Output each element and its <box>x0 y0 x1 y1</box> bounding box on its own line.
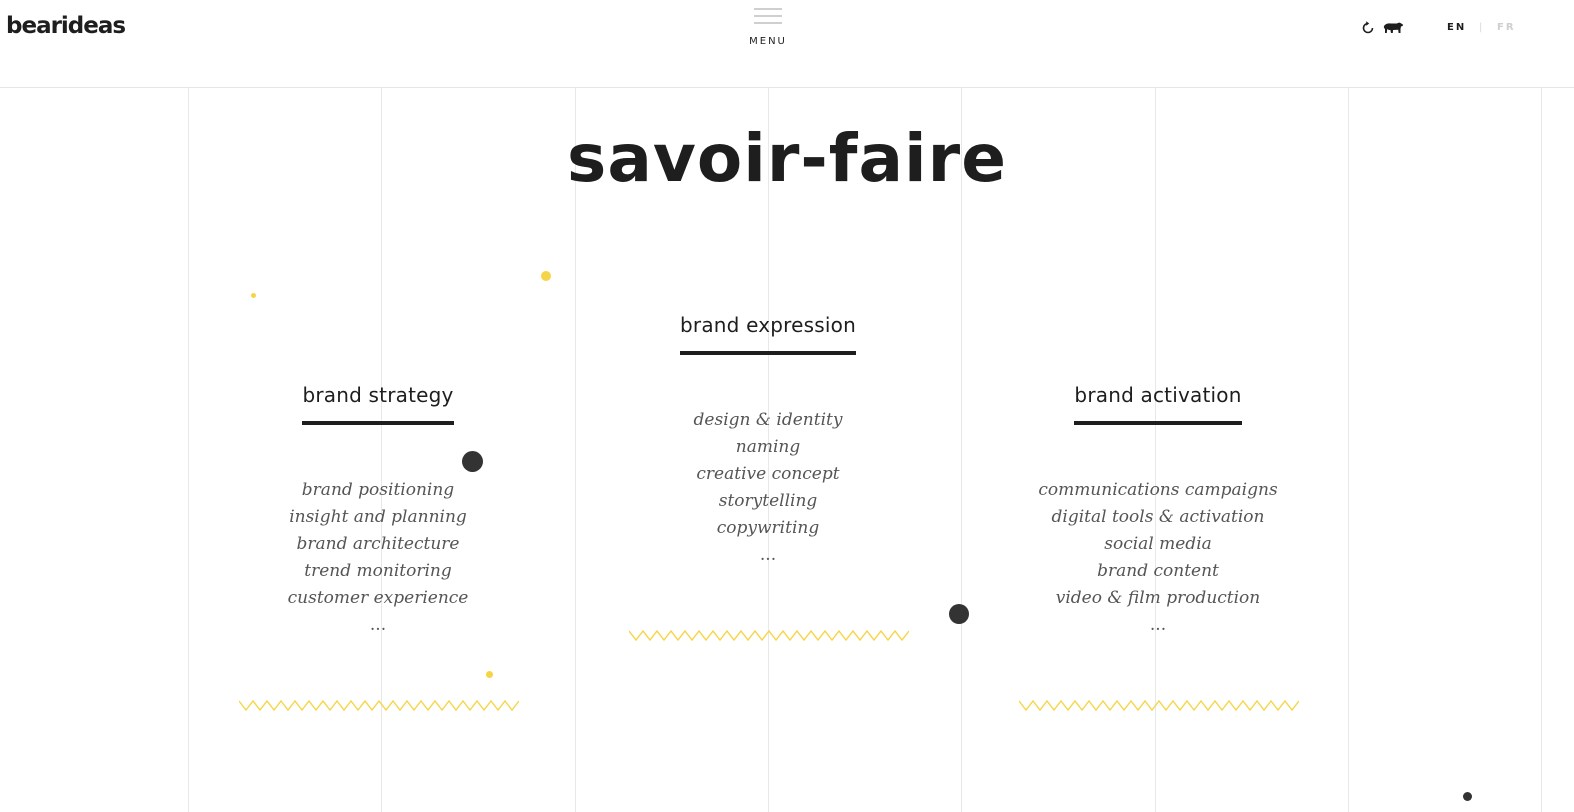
list-item: brand content <box>1097 561 1219 581</box>
list-item: brand architecture <box>296 534 460 554</box>
hamburger-icon <box>754 8 782 26</box>
list-item-more: ... <box>369 615 387 635</box>
list-item: storytelling <box>718 491 818 511</box>
page-title: savoir-faire <box>567 120 1007 197</box>
column-brand-strategy: brand strategy brand positioning insight… <box>228 383 528 639</box>
logo-link[interactable]: bearideas <box>6 13 126 39</box>
zigzag-decoration <box>239 699 519 712</box>
list-item: insight and planning <box>289 507 467 527</box>
list-item: creative concept <box>696 464 840 484</box>
list-item: customer experience <box>287 588 469 608</box>
decorative-dot <box>541 271 551 281</box>
language-fr-link[interactable]: FR <box>1497 22 1516 33</box>
list-item: brand positioning <box>301 480 455 500</box>
zigzag-decoration <box>629 629 909 642</box>
decorative-dot <box>462 451 483 472</box>
decorative-dot <box>251 293 256 298</box>
list-item-more: ... <box>759 545 777 565</box>
site-header: bearideas MENU EN | FR <box>0 0 1574 88</box>
refresh-icon[interactable] <box>1360 20 1376 36</box>
column-heading[interactable]: brand strategy <box>302 383 454 425</box>
page: bearideas MENU EN | FR savoir-faire bran… <box>0 0 1574 812</box>
decorative-dot <box>949 604 969 624</box>
list-item: trend monitoring <box>304 561 452 581</box>
language-en-link[interactable]: EN <box>1447 22 1466 33</box>
list-item: communications campaigns <box>1038 480 1278 500</box>
list-item: video & film production <box>1055 588 1261 608</box>
list-item: copywriting <box>716 518 820 538</box>
language-separator: | <box>1479 22 1485 33</box>
menu-label: MENU <box>749 36 787 47</box>
list-item: design & identity <box>693 410 843 430</box>
decorative-dot <box>1463 792 1472 801</box>
bear-icon[interactable] <box>1382 20 1404 36</box>
service-list: communications campaigns digital tools &… <box>1008 477 1308 639</box>
decorative-dot <box>486 671 493 678</box>
list-item: social media <box>1104 534 1212 554</box>
zigzag-decoration <box>1019 699 1299 712</box>
column-brand-expression: brand expression design & identity namin… <box>618 313 918 569</box>
list-item: digital tools & activation <box>1051 507 1265 527</box>
column-heading[interactable]: brand activation <box>1074 383 1242 425</box>
column-brand-activation: brand activation communications campaign… <box>1008 383 1308 639</box>
list-item-more: ... <box>1149 615 1167 635</box>
menu-button[interactable]: MENU <box>738 4 798 52</box>
list-item: naming <box>735 437 801 457</box>
service-list: design & identity naming creative concep… <box>618 407 918 569</box>
column-heading[interactable]: brand expression <box>680 313 856 355</box>
service-list: brand positioning insight and planning b… <box>228 477 528 639</box>
